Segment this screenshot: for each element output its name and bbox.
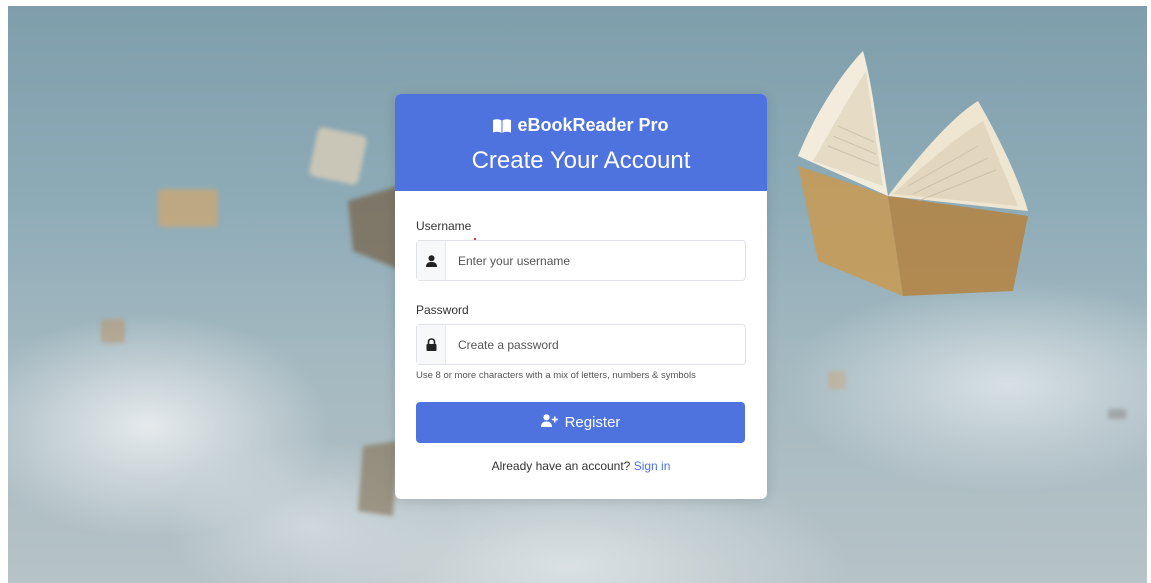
password-hint: Use 8 or more characters with a mix of l… [416, 370, 696, 381]
card-header: eBookReader Pro Create Your Account [395, 94, 767, 191]
password-input[interactable] [446, 325, 745, 364]
signin-link[interactable]: Sign in [634, 459, 671, 473]
register-card: eBookReader Pro Create Your Account User… [395, 94, 767, 499]
flying-page-decoration [828, 371, 846, 389]
brand: eBookReader Pro [395, 115, 767, 136]
password-label: Password [416, 303, 469, 317]
flying-page-decoration [101, 319, 125, 343]
user-icon [417, 241, 446, 280]
brand-name: eBookReader Pro [517, 115, 669, 135]
signin-prompt-text: Already have an account? [491, 459, 631, 473]
user-plus-icon [540, 414, 558, 431]
flying-page-decoration [158, 189, 218, 227]
open-book-icon [493, 118, 512, 133]
username-input-group [416, 240, 746, 281]
signin-prompt: Already have an account? Sign in [395, 459, 767, 473]
flying-page-decoration [1108, 409, 1126, 419]
register-button-label: Register [564, 414, 621, 431]
flying-book-illustration [798, 51, 1028, 296]
register-button[interactable]: Register [416, 402, 745, 443]
page-title: Create Your Account [471, 147, 691, 174]
lock-icon [417, 325, 446, 364]
username-input[interactable] [446, 241, 745, 280]
password-input-group [416, 324, 746, 365]
username-label: Username [416, 219, 472, 233]
